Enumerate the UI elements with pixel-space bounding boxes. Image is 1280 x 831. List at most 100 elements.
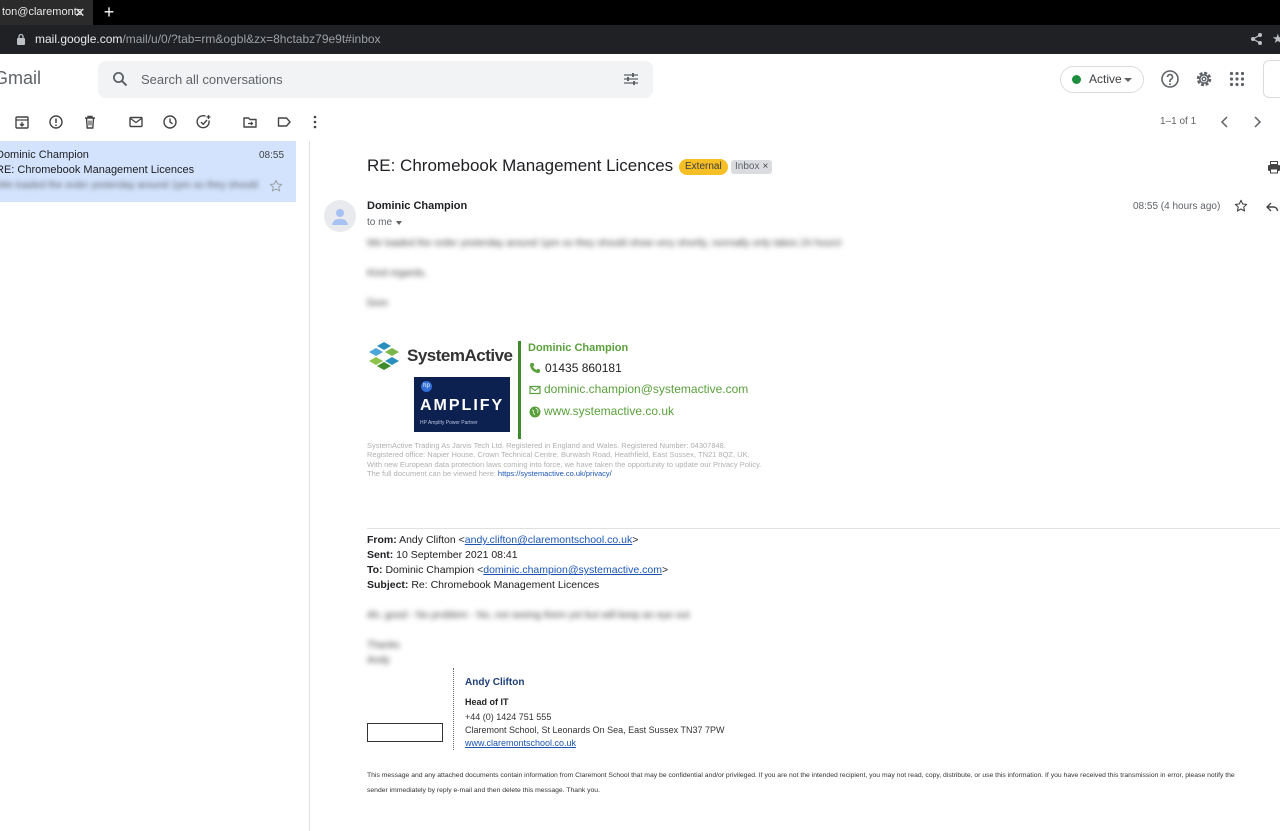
search-icon[interactable] [112, 71, 128, 87]
search-options-icon[interactable] [623, 71, 639, 87]
to-name: Dominic Champion < [385, 564, 484, 576]
hp-logo-icon: hp [421, 381, 432, 392]
close-tab-icon[interactable]: ✕ [73, 0, 87, 25]
move-to-icon[interactable] [242, 114, 258, 130]
row-subject: RE: Chromebook Management Licences [0, 164, 195, 176]
privacy-link[interactable]: https://systemactive.co.uk/privacy/ [498, 469, 612, 478]
remove-label-icon[interactable]: × [762, 161, 768, 172]
row-sender: Dominic Champion [0, 149, 89, 161]
help-icon[interactable] [1160, 69, 1180, 89]
quoted-body-text: Thanks [367, 640, 400, 651]
signature-phone: 01435 860181 [545, 361, 622, 375]
star-icon[interactable] [269, 179, 283, 193]
inbox-label: Inbox [735, 161, 760, 172]
signature-divider [518, 341, 521, 439]
angle-close: > [661, 564, 669, 576]
gmail-logo[interactable]: Gmail [0, 68, 41, 89]
clifton-phone: +44 (0) 1424 751 555 [465, 712, 552, 722]
add-task-icon[interactable] [196, 114, 212, 130]
clifton-title: Head of IT [465, 697, 509, 707]
to-email-link[interactable]: dominic.champion@systemactive.com [483, 564, 662, 576]
legal-line: The full document can be viewed here: ht… [367, 469, 761, 478]
chevron-right-icon[interactable] [1250, 115, 1264, 129]
reply-icon[interactable] [1265, 200, 1279, 214]
mail-icon [529, 385, 541, 395]
quote-divider [367, 528, 1280, 529]
clifton-website-link[interactable]: www.claremontschool.co.uk [465, 738, 576, 748]
quoted-to: To: Dominic Champion <dominic.champion@s… [367, 564, 668, 576]
chevron-down-icon [1124, 78, 1132, 82]
more-options-icon[interactable] [307, 114, 323, 130]
person-icon [332, 209, 348, 225]
bookmark-star-icon[interactable]: ★ [1272, 31, 1280, 47]
from-label: From: [367, 534, 397, 546]
legal-notice: SystemActive Trading As Jarvis Tech Ltd.… [367, 441, 761, 478]
legal-line: SystemActive Trading As Jarvis Tech Ltd.… [367, 441, 726, 450]
report-spam-icon[interactable] [48, 114, 64, 130]
signature-divider [453, 668, 454, 750]
sender-name[interactable]: Dominic Champion [367, 200, 467, 212]
message-subject: RE: Chromebook Management Licences [367, 156, 674, 175]
globe-icon [529, 406, 541, 418]
status-dropdown[interactable]: Active [1060, 66, 1144, 93]
legal-line: Registered office: Napier House, Crown T… [367, 450, 750, 460]
quoted-sent: Sent: 10 September 2021 08:41 [367, 549, 518, 561]
hp-amplify-logo: hp AMPLIFY HP Amplify Power Partner [414, 377, 510, 432]
apps-grid-icon[interactable] [1229, 71, 1245, 87]
archive-icon[interactable] [14, 114, 30, 130]
chevron-left-icon[interactable] [1218, 115, 1232, 129]
quoted-from: From: Andy Clifton <andy.clifton@claremo… [367, 534, 638, 546]
browser-tab-strip [0, 0, 1280, 25]
url-text[interactable]: mail.google.com/mail/u/0/?tab=rm&ogbl&zx… [35, 32, 381, 47]
clifton-address: Claremont School, St Leonards On Sea, Ea… [465, 725, 725, 735]
quoted-body-text: Ah, good - No problem - No, not seeing t… [367, 610, 690, 621]
show-details-icon[interactable] [396, 221, 402, 225]
angle-close: > [632, 534, 639, 546]
share-icon[interactable] [1250, 32, 1264, 46]
url-path: /mail/u/0/?tab=rm&ogbl&zx=8hctabz79e9t#i… [122, 32, 381, 46]
signature-name: Dominic Champion [528, 342, 629, 354]
status-dot-icon [1072, 75, 1081, 84]
signature-website-link[interactable]: www.systemactive.co.uk [544, 404, 674, 418]
mark-unread-icon[interactable] [128, 114, 144, 130]
pagination-text: 1–1 of 1 [1160, 116, 1197, 127]
lock-icon [17, 33, 25, 45]
image-placeholder [367, 723, 443, 742]
url-host: mail.google.com [35, 32, 123, 46]
inbox-label-chip[interactable]: Inbox × [731, 160, 773, 174]
pane-divider[interactable] [309, 141, 310, 831]
disclaimer-line: sender immediately by reply e-mail and t… [367, 787, 600, 794]
recipients-label: to me [367, 217, 393, 228]
gear-icon[interactable] [1194, 69, 1214, 89]
body-text: Kind regards, [367, 268, 427, 279]
disclaimer-line: This message and any attached documents … [367, 772, 1235, 779]
from-name: Andy Clifton < [399, 534, 465, 546]
amplify-wordmark: AMPLIFY [420, 397, 505, 414]
status-label: Active [1089, 72, 1122, 86]
avatar[interactable] [324, 200, 356, 232]
row-time: 08:55 [259, 150, 285, 161]
amplify-subtitle: HP Amplify Power Partner [420, 420, 478, 426]
legal-text: The full document can be viewed here: [367, 468, 496, 478]
snooze-icon[interactable] [162, 114, 178, 130]
message-time: 08:55 (4 hours ago) [1133, 201, 1221, 212]
delete-icon[interactable] [82, 114, 98, 130]
disclaimer: This message and any attached documents … [367, 768, 1280, 798]
print-icon[interactable] [1267, 160, 1280, 174]
phone-icon [530, 363, 540, 373]
sent-value: 10 September 2021 08:41 [396, 549, 518, 561]
new-tab-button[interactable]: + [100, 0, 118, 25]
search-input[interactable] [141, 72, 601, 87]
from-email-link[interactable]: andy.clifton@claremontschool.co.uk [465, 534, 632, 546]
body-text: Dom [367, 298, 389, 309]
star-icon[interactable] [1234, 199, 1248, 213]
clifton-name: Andy Clifton [465, 677, 525, 688]
to-label: To: [367, 564, 383, 576]
browser-tab-title: ton@claremonts [2, 6, 83, 18]
quoted-subject: Subject: Re: Chromebook Management Licen… [367, 579, 599, 591]
external-badge: External [679, 159, 728, 175]
body-text: We loaded the order yesterday around 1pm… [367, 238, 842, 249]
signature-email-link[interactable]: dominic.champion@systemactive.com [544, 382, 748, 396]
label-icon[interactable] [276, 114, 292, 130]
account-button[interactable] [1263, 60, 1280, 98]
